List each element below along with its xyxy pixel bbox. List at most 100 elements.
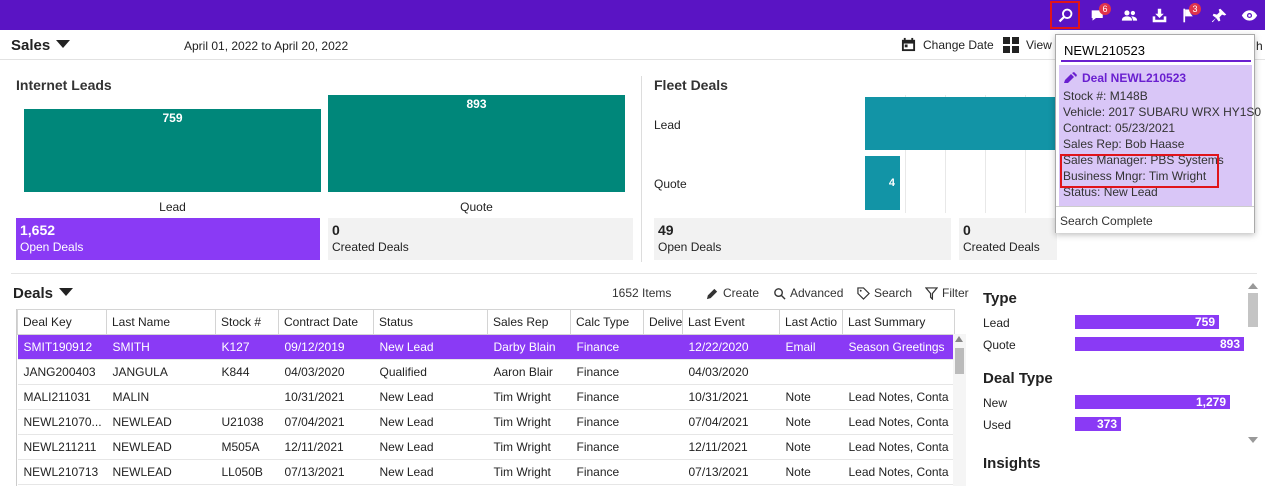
view-button[interactable]: View: [1003, 37, 1052, 53]
table-cell: Lead Notes, Conta: [842, 434, 955, 460]
right-panel-scrollbar[interactable]: [1247, 283, 1259, 443]
column-header[interactable]: Status: [373, 309, 488, 335]
change-date-label: Change Date: [923, 37, 994, 52]
result-header[interactable]: Deal NEWL210523: [1063, 71, 1186, 85]
sales-dropdown[interactable]: Sales: [11, 37, 71, 54]
table-row[interactable]: NEWL211211 NEWLEAD M505A 12/11/2021 New Lead…: [17, 434, 955, 460]
table-cell: New Lead: [373, 434, 488, 460]
fleet-deals-title: Fleet Deals: [654, 77, 728, 93]
pencil-icon: [1064, 72, 1077, 83]
search-icon[interactable]: [1050, 1, 1080, 29]
table-cell: Finance: [570, 359, 644, 385]
deal-type-used-value: 373: [1096, 417, 1117, 431]
table-cell: MALIN: [106, 384, 216, 410]
column-header[interactable]: Deal Key: [17, 309, 107, 335]
search-input[interactable]: [1061, 40, 1251, 62]
column-header[interactable]: Last Event: [682, 309, 780, 335]
column-header[interactable]: Stock #: [215, 309, 279, 335]
quote-bar-label: Quote: [460, 200, 493, 214]
flag-icon[interactable]: 3: [1175, 3, 1201, 27]
search-icon: [774, 287, 786, 300]
type-lead-label: Lead: [983, 316, 1010, 330]
filter-label: Filter: [942, 286, 969, 300]
download-icon[interactable]: [1146, 3, 1172, 27]
table-cell: Season Greetings: [842, 334, 955, 360]
table-cell: Aaron Blair: [487, 359, 571, 385]
table-row[interactable]: NEWL210713 NEWLEAD LL050B 07/13/2021 New Lea…: [17, 459, 955, 485]
scroll-thumb[interactable]: [955, 348, 964, 374]
fleet-created-deals-card[interactable]: 0 Created Deals: [959, 218, 1057, 260]
eye-icon[interactable]: [1236, 3, 1262, 27]
table-cell: [643, 459, 683, 485]
created-deals-count: 0: [332, 222, 340, 238]
column-header[interactable]: Delive: [643, 309, 683, 335]
chat-icon[interactable]: 6: [1085, 3, 1111, 27]
table-row[interactable]: JANG200403 JANGULA K844 04/03/2020 Qualified…: [17, 359, 955, 385]
fleet-quote-bar[interactable]: 4: [865, 156, 900, 210]
column-header[interactable]: Last Name: [106, 309, 216, 335]
fleet-open-deals-count: 49: [658, 222, 674, 238]
chevron-down-icon: [59, 288, 74, 296]
people-icon[interactable]: [1116, 3, 1142, 27]
open-deals-card[interactable]: 1,652 Open Deals: [16, 218, 320, 260]
type-lead-bar[interactable]: 759: [1075, 315, 1219, 329]
fleet-lead-bar[interactable]: [865, 97, 1057, 150]
column-header[interactable]: Last Actio: [779, 309, 843, 335]
advanced-button[interactable]: Advanced: [773, 286, 843, 300]
truncated-label: h: [1256, 39, 1263, 53]
table-row[interactable]: NEWL21070... NEWLEAD U21038 07/04/2021 New L…: [17, 409, 955, 435]
column-header[interactable]: Contract Date: [278, 309, 374, 335]
table-cell: Note: [779, 409, 843, 435]
flag-badge: 3: [1189, 3, 1201, 15]
table-row[interactable]: SMIT190912 SMITH K127 09/12/2019 New Lead Dar…: [17, 334, 955, 360]
pin-icon[interactable]: [1206, 3, 1232, 27]
create-button[interactable]: Create: [706, 286, 759, 300]
fleet-created-deals-label: Created Deals: [963, 240, 1040, 254]
table-cell: JANGULA: [106, 359, 216, 385]
scroll-down-arrow[interactable]: [1248, 437, 1258, 443]
table-cell: [842, 359, 955, 385]
highlight-box: [1060, 154, 1219, 188]
column-header[interactable]: Last Summary: [842, 309, 955, 335]
deal-type-used-bar[interactable]: 373: [1075, 417, 1121, 431]
table-cell: Tim Wright: [487, 384, 571, 410]
quote-bar[interactable]: 893: [328, 95, 625, 192]
fleet-quote-value: 4: [888, 177, 895, 189]
table-cell: Finance: [570, 384, 644, 410]
table-cell: U21038: [215, 409, 279, 435]
created-deals-card[interactable]: 0 Created Deals: [328, 218, 633, 260]
change-date-button[interactable]: Change Date: [901, 37, 994, 52]
table-cell: Note: [779, 434, 843, 460]
table-cell: New Lead: [373, 384, 488, 410]
table-cell: [779, 359, 843, 385]
type-quote-bar[interactable]: 893: [1075, 337, 1244, 351]
deals-scrollbar[interactable]: [953, 334, 966, 486]
table-cell: 04/03/2020: [278, 359, 374, 385]
scroll-up-arrow[interactable]: [955, 336, 963, 342]
items-count: 1652 Items: [612, 286, 672, 300]
table-cell: 12/22/2020: [682, 334, 780, 360]
table-cell: New Lead: [373, 334, 488, 360]
deal-type-used-label: Used: [983, 418, 1012, 432]
column-header[interactable]: Sales Rep: [487, 309, 571, 335]
column-header[interactable]: Calc Type: [570, 309, 644, 335]
table-row[interactable]: MALI211031 MALIN 10/31/2021 New Lead Tim Wri…: [17, 384, 955, 410]
table-cell: NEWL211211: [17, 434, 107, 460]
lead-bar[interactable]: 759: [24, 109, 321, 192]
fleet-lead-label: Lead: [654, 118, 681, 132]
search-button[interactable]: Search: [857, 286, 912, 300]
table-cell: MALI211031: [17, 384, 107, 410]
filter-button[interactable]: Filter: [925, 286, 969, 300]
deal-type-new-bar[interactable]: 1,279: [1075, 395, 1230, 409]
quote-bar-value: 893: [466, 97, 487, 111]
deals-dropdown[interactable]: Deals: [13, 285, 74, 302]
chevron-down-icon: [56, 40, 71, 48]
search-label: Search: [874, 286, 913, 300]
scroll-up-arrow[interactable]: [1248, 283, 1258, 289]
table-cell: M505A: [215, 434, 279, 460]
table-cell: Qualified: [373, 359, 488, 385]
scroll-thumb[interactable]: [1248, 293, 1258, 327]
table-cell: Tim Wright: [487, 409, 571, 435]
fleet-open-deals-card[interactable]: 49 Open Deals: [654, 218, 951, 260]
section-divider: [11, 273, 1257, 274]
